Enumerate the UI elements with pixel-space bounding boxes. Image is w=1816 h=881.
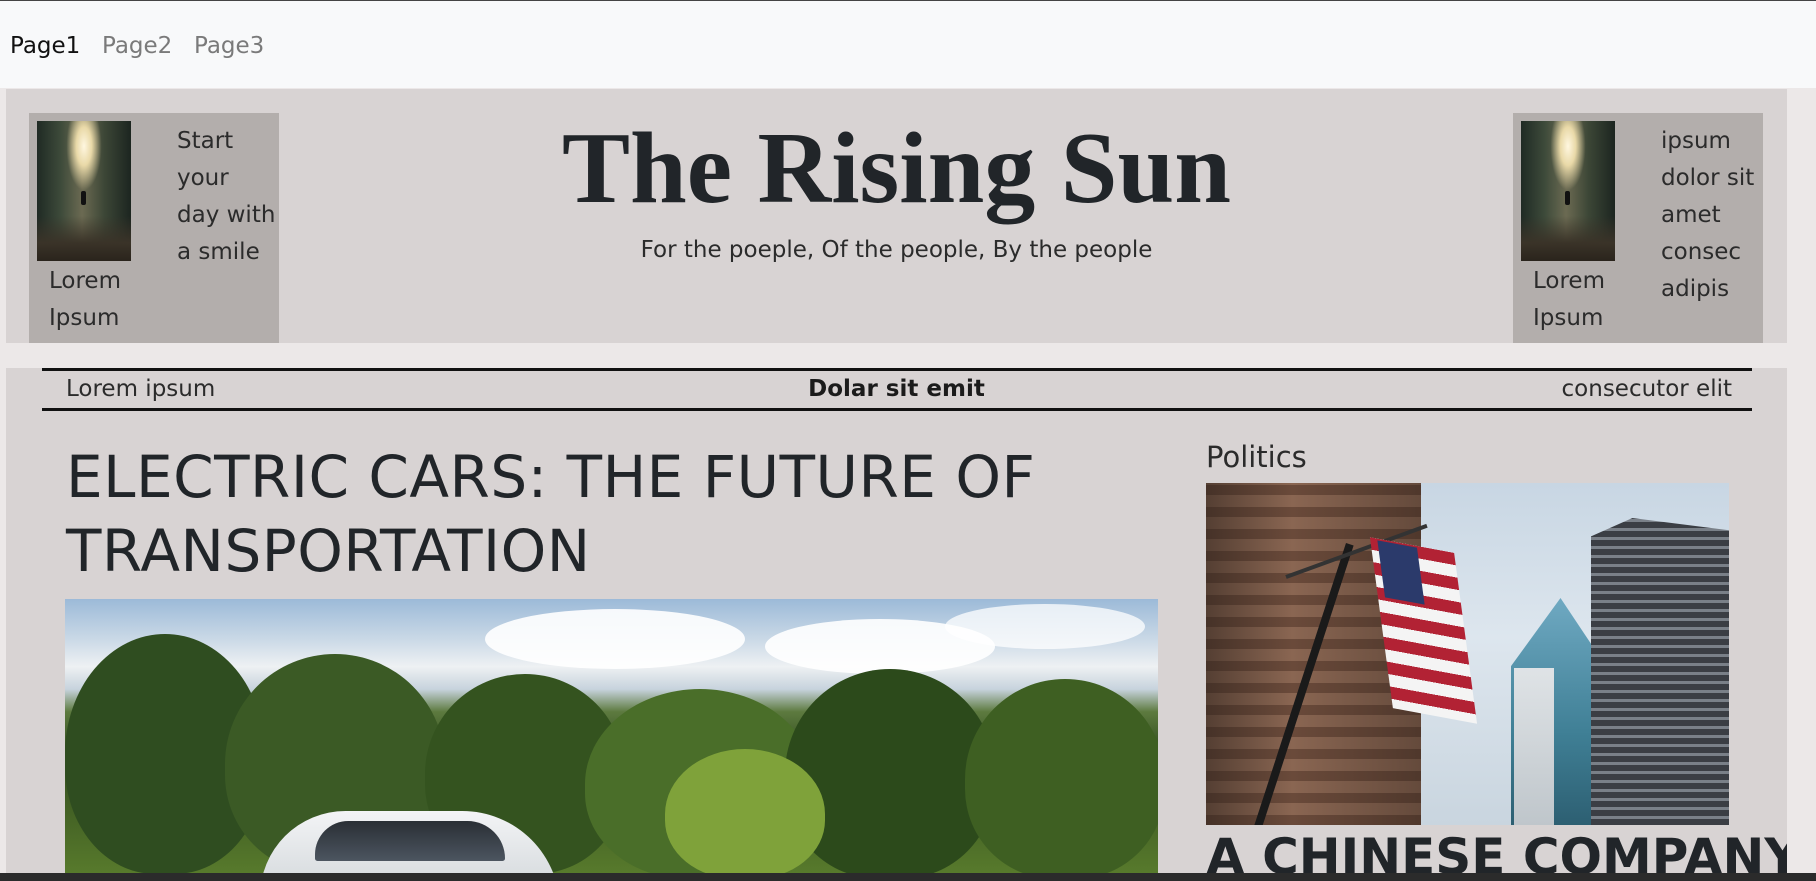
car-window-shape [315,821,505,861]
window-bottom-bar [0,873,1816,881]
left-ear-caption: Lorem Ipsum [49,268,121,331]
section-label-politics: Politics [1206,440,1307,474]
masthead: Start your day with a smile Lorem Ipsum … [6,89,1787,343]
politics-flag-photo [1206,483,1729,825]
top-navbar: Page1 Page2 Page3 [0,1,1816,88]
lead-headline: ELECTRIC CARS: THE FUTURE OF TRANSPORTAT… [66,443,1036,585]
right-ear-box: ipsum dolor sit amet consec adipis Lorem… [1513,113,1763,343]
main-content: Lorem ipsum Dolar sit emit consecutor el… [6,368,1801,881]
electric-car-photo [65,599,1158,881]
nav-link-page3[interactable]: Page3 [194,33,264,59]
forest-path-photo [1521,121,1615,261]
nav-link-page1[interactable]: Page1 [10,33,80,59]
ticker-right: consecutor elit [1561,376,1732,402]
right-ear-text: ipsum dolor sit amet consec adipis [1661,128,1755,302]
nav-link-page2[interactable]: Page2 [102,33,172,59]
ticker-center: Dolar sit emit [808,376,985,402]
ticker-top-rule [42,368,1752,371]
page-right-margin [1787,88,1816,873]
right-ear-caption: Lorem Ipsum [1533,268,1605,331]
ticker-bottom-rule [42,408,1752,411]
